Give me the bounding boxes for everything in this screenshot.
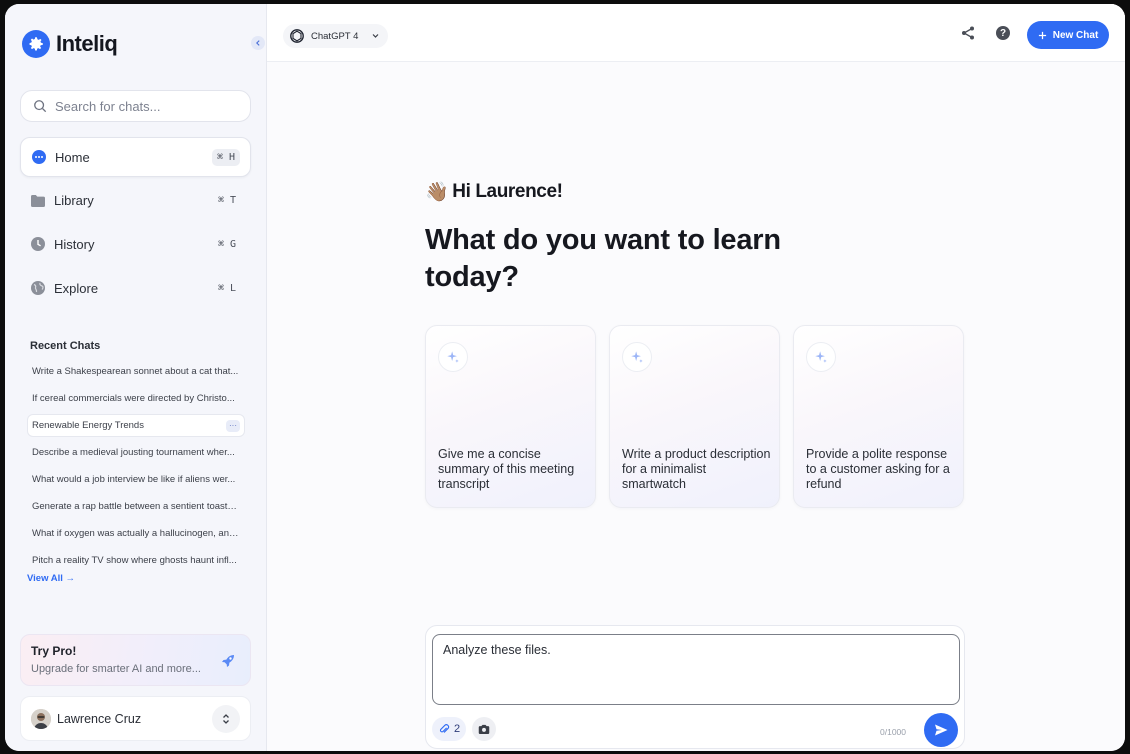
sparkle-icon	[806, 342, 836, 372]
account-menu-button[interactable]	[212, 704, 240, 733]
suggestion-card[interactable]: Provide a polite response to a customer …	[793, 325, 964, 508]
recent-chats-heading: Recent Chats	[30, 340, 101, 352]
recent-chat-title: What would a job interview be like if al…	[32, 474, 236, 485]
share-button[interactable]	[960, 25, 976, 46]
folder-icon	[31, 194, 45, 207]
recent-chats-list: Write a Shakespearean sonnet about a cat…	[27, 360, 245, 576]
chevron-down-icon	[372, 34, 379, 38]
sidebar-item-home[interactable]: Home ⌘ H	[20, 137, 251, 177]
suggestion-text: Provide a polite response to a customer …	[806, 447, 950, 491]
sidebar-item-label: Library	[54, 193, 94, 209]
new-chat-label: New Chat	[1052, 29, 1099, 41]
user-name: Lawrence Cruz	[57, 711, 142, 726]
camera-button[interactable]	[472, 717, 496, 741]
recent-chat-item[interactable]: Renewable Energy Trends ···	[27, 414, 245, 437]
sidebar-item-history[interactable]: History ⌘ G	[20, 224, 251, 264]
shortcut-badge: ⌘ H	[211, 148, 240, 166]
shortcut-badge: ⌘ L	[217, 282, 236, 294]
suggestion-card[interactable]: Write a product description for a minima…	[609, 325, 780, 508]
chevron-up-down-icon	[223, 713, 229, 724]
greeting: 👋🏽 Hi Laurence!	[425, 180, 563, 204]
model-name: ChatGPT 4	[311, 30, 359, 42]
attachments-button[interactable]: 2	[432, 717, 467, 741]
search-box[interactable]	[20, 90, 251, 122]
rocket-icon	[222, 655, 234, 667]
sidebar-item-library[interactable]: Library ⌘ T	[20, 181, 251, 221]
model-selector[interactable]: ChatGPT 4	[283, 24, 389, 48]
pro-title: Try Pro!	[31, 644, 77, 658]
sidebar: Inteliq Home ⌘ H Library ⌘ T History	[5, 4, 267, 751]
recent-chat-item[interactable]: If cereal commercials were directed by C…	[27, 387, 245, 410]
more-options-icon[interactable]: ···	[226, 419, 240, 432]
shortcut-badge: ⌘ T	[217, 195, 236, 207]
new-chat-button[interactable]: New Chat	[1027, 21, 1109, 49]
avatar	[31, 708, 51, 729]
recent-chat-title: What if oxygen was actually a hallucinog…	[32, 528, 240, 539]
message-input[interactable]: Analyze these files.	[432, 634, 960, 705]
sidebar-nav: Home ⌘ H Library ⌘ T History ⌘ G Explore…	[20, 137, 251, 312]
app-window: Inteliq Home ⌘ H Library ⌘ T History	[5, 4, 1125, 751]
recent-chat-title: Generate a rap battle between a sentient…	[32, 501, 240, 512]
recent-chat-item[interactable]: Generate a rap battle between a sentient…	[27, 495, 245, 518]
recent-chat-item[interactable]: What if oxygen was actually a hallucinog…	[27, 522, 245, 545]
paperclip-icon	[439, 724, 450, 733]
message-composer: Analyze these files. 2 0/1000	[425, 625, 965, 749]
topbar: ChatGPT 4 ? New Chat	[267, 4, 1125, 62]
brand[interactable]: Inteliq	[22, 30, 118, 58]
recent-chat-title: Describe a medieval jousting tournament …	[32, 447, 235, 458]
help-icon[interactable]: ?	[996, 26, 1010, 40]
recent-chat-item[interactable]: What would a job interview be like if al…	[27, 468, 245, 491]
plus-icon	[1038, 31, 1046, 39]
search-input[interactable]	[55, 98, 235, 114]
sidebar-item-explore[interactable]: Explore ⌘ L	[20, 268, 251, 308]
send-icon	[935, 724, 948, 736]
attachments-count: 2	[454, 723, 461, 735]
sparkle-icon	[622, 342, 652, 372]
recent-chat-title: Pitch a reality TV show where ghosts hau…	[32, 555, 237, 566]
main-area: ChatGPT 4 ? New Chat 👋🏽 Hi Laurence! Wha…	[267, 4, 1125, 751]
pro-subtitle: Upgrade for smarter AI and more...	[31, 663, 201, 675]
sidebar-item-label: Home	[55, 149, 90, 165]
user-account[interactable]: Lawrence Cruz	[20, 696, 251, 741]
recent-chat-item[interactable]: Pitch a reality TV show where ghosts hau…	[27, 549, 245, 572]
sidebar-item-label: History	[54, 236, 95, 252]
recent-chat-title: Renewable Energy Trends	[32, 420, 144, 431]
character-counter: 0/1000	[880, 727, 906, 737]
send-button[interactable]	[924, 713, 958, 747]
greeting-text: Hi Laurence!	[452, 181, 563, 202]
try-pro-card[interactable]: Try Pro! Upgrade for smarter AI and more…	[20, 634, 251, 686]
chat-bubble-icon	[32, 150, 46, 164]
openai-logo-icon	[290, 29, 304, 43]
chevron-left-icon	[256, 40, 260, 46]
suggestion-text: Give me a concise summary of this meetin…	[438, 447, 575, 491]
view-all-link[interactable]: View All →	[27, 573, 75, 584]
brand-name: Inteliq	[56, 31, 118, 56]
search-icon	[34, 100, 47, 113]
recent-chat-title: If cereal commercials were directed by C…	[32, 393, 235, 404]
shortcut-badge: ⌘ G	[217, 238, 236, 250]
page-title: What do you want to learn today?	[425, 224, 781, 293]
sparkle-icon	[438, 342, 468, 372]
gear-logo-icon	[22, 30, 50, 58]
collapse-sidebar-button[interactable]	[251, 36, 265, 50]
share-icon	[962, 26, 974, 40]
recent-chat-item[interactable]: Write a Shakespearean sonnet about a cat…	[27, 360, 245, 383]
globe-icon	[31, 281, 45, 296]
recent-chat-title: Write a Shakespearean sonnet about a cat…	[32, 366, 239, 377]
sidebar-item-label: Explore	[54, 280, 99, 296]
clock-icon	[31, 237, 45, 252]
suggestion-cards: Give me a concise summary of this meetin…	[425, 325, 964, 508]
camera-icon	[478, 724, 490, 734]
recent-chat-item[interactable]: Describe a medieval jousting tournament …	[27, 441, 245, 464]
waving-hand-icon: 👋🏽	[425, 182, 449, 203]
suggestion-card[interactable]: Give me a concise summary of this meetin…	[425, 325, 596, 508]
suggestion-text: Write a product description for a minima…	[622, 447, 771, 491]
